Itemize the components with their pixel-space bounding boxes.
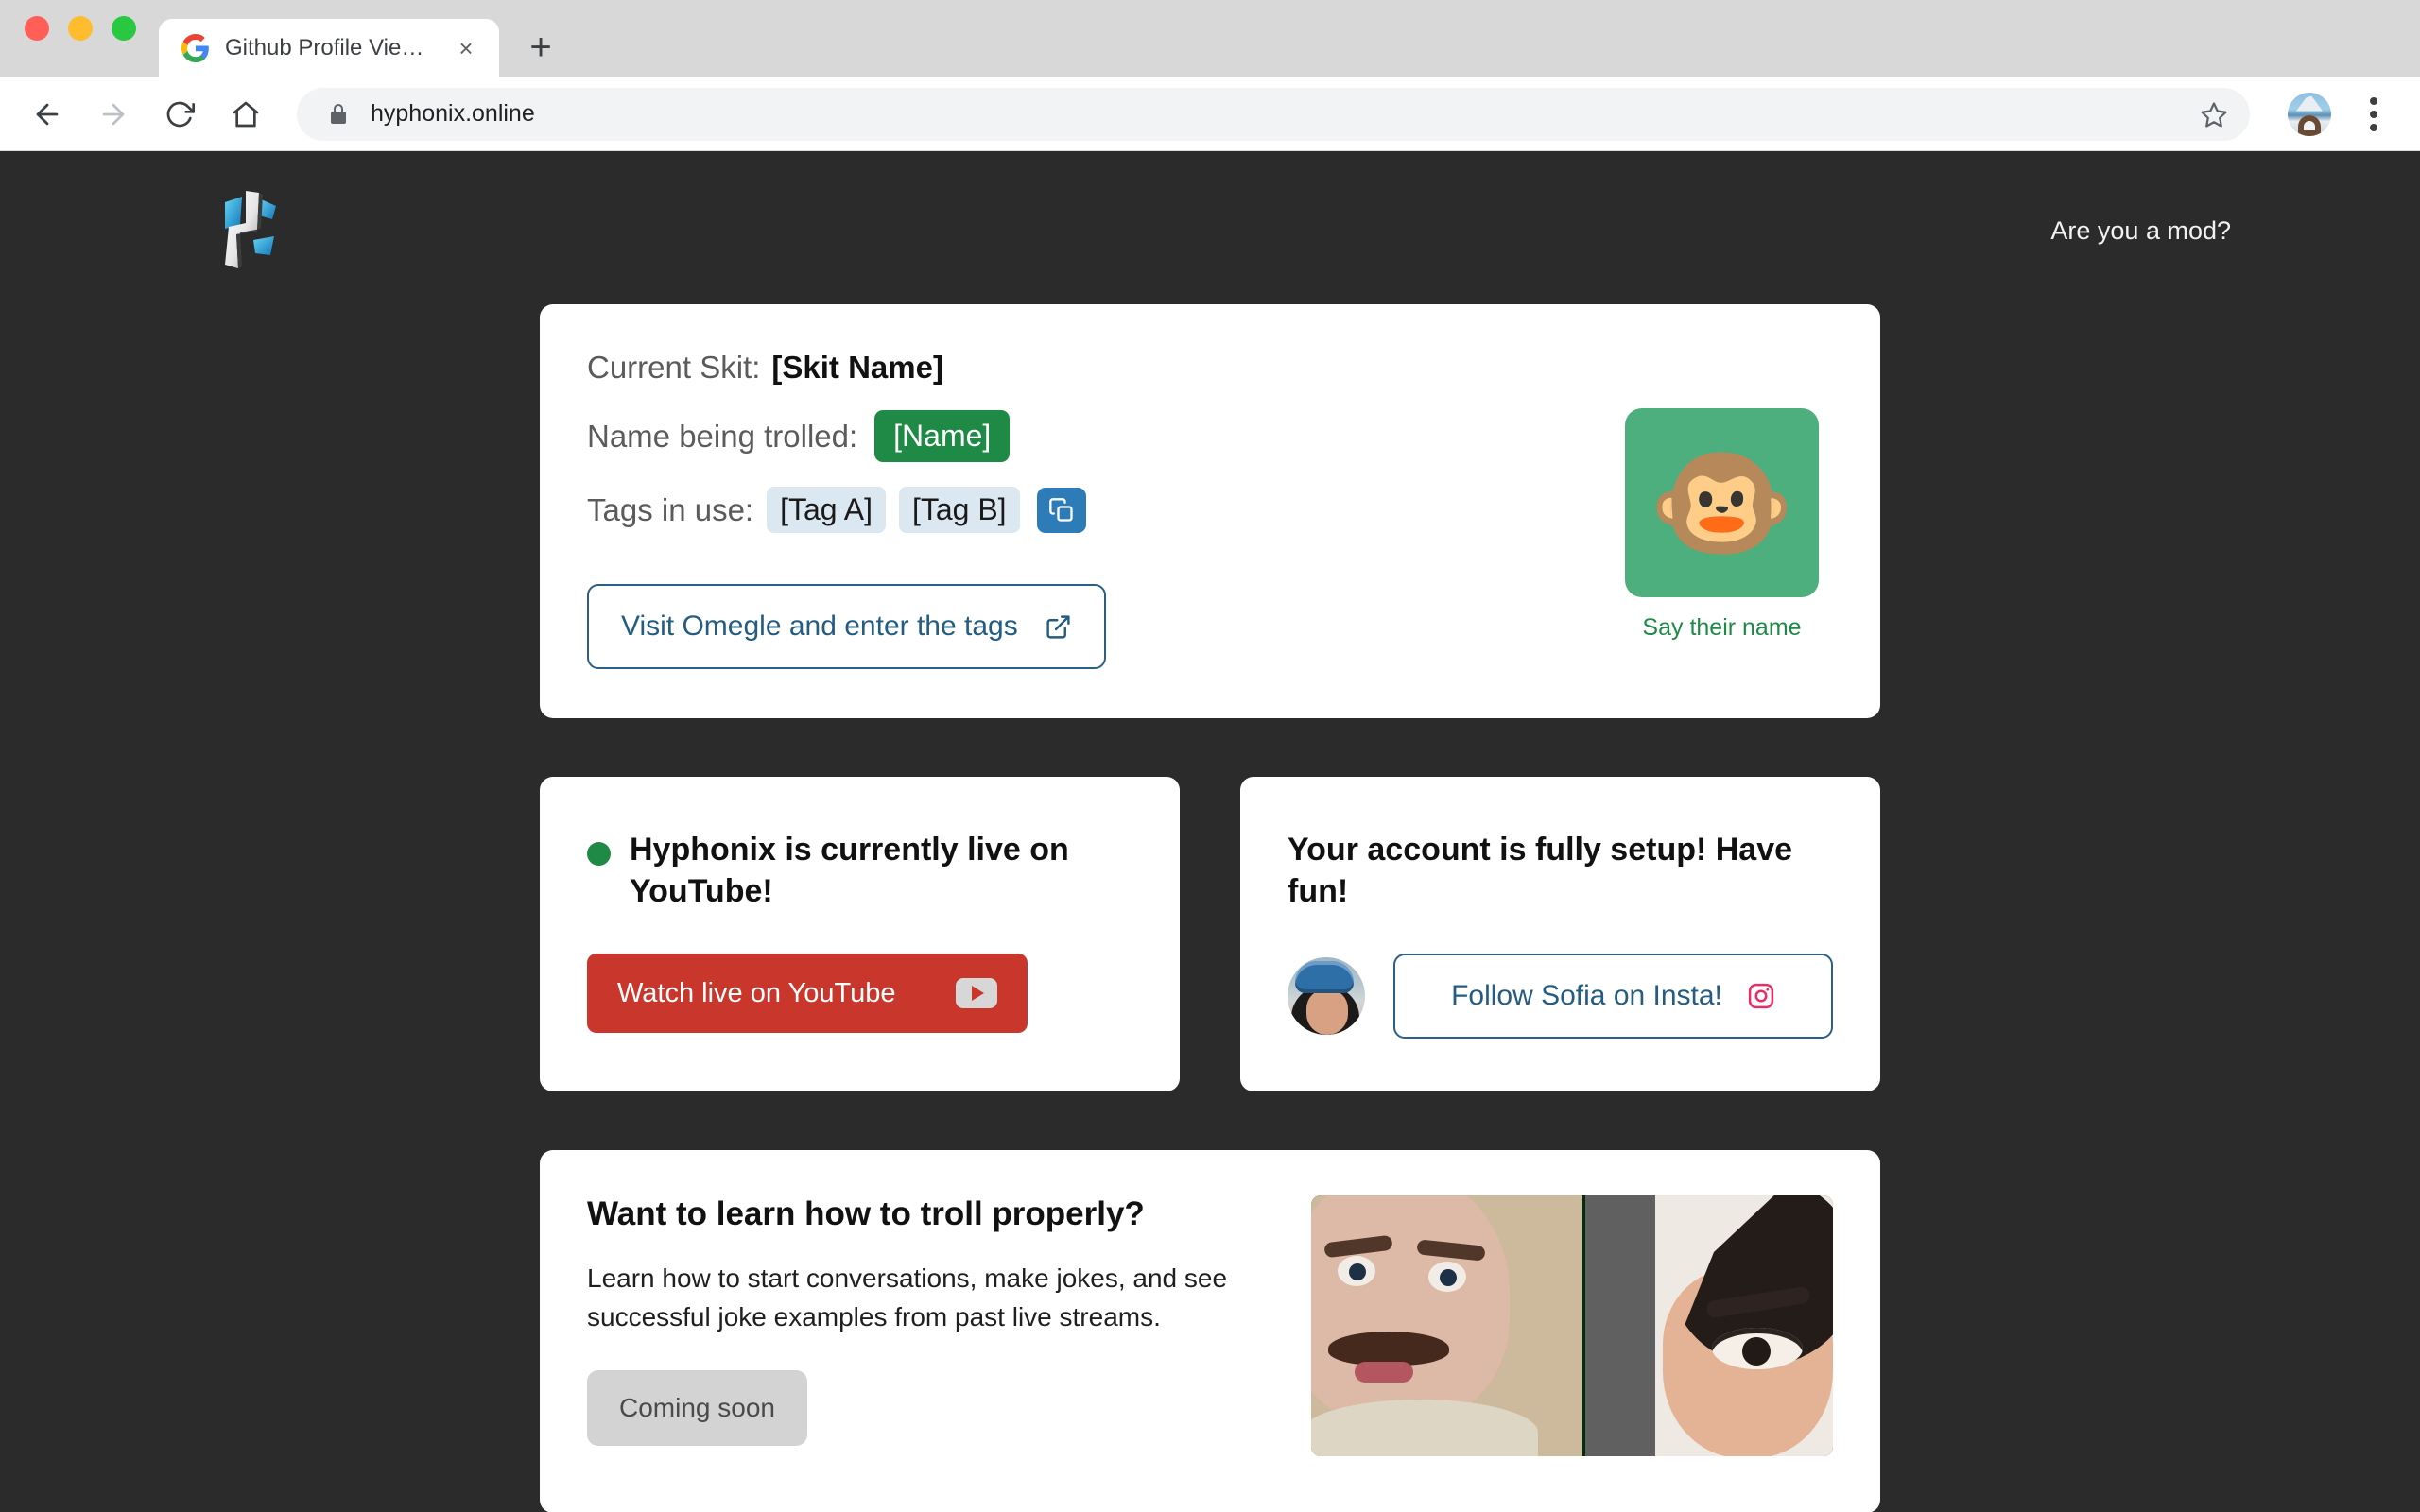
close-tab-button[interactable]: × (452, 34, 480, 62)
monkey-face-icon: 🐵 (1648, 437, 1796, 569)
copy-icon (1048, 497, 1075, 524)
current-skit-value: [Skit Name] (771, 350, 943, 385)
stream-thumbnail[interactable] (1311, 1195, 1833, 1457)
visit-omegle-label: Visit Omegle and enter the tags (621, 610, 1018, 642)
home-button[interactable] (216, 84, 276, 145)
name-trolled-label: Name being trolled: (587, 418, 858, 454)
skit-details: Current Skit: [Skit Name] Name being tro… (587, 350, 1625, 669)
external-link-icon (1045, 613, 1072, 641)
visit-omegle-button[interactable]: Visit Omegle and enter the tags (587, 584, 1106, 669)
say-their-name-caption: Say their name (1642, 614, 1802, 641)
url-text: hyphonix.online (371, 100, 535, 127)
say-their-name-block: 🐵 Say their name (1625, 408, 1819, 642)
account-setup-card: Your account is fully setup! Have fun! F… (1240, 777, 1880, 1092)
account-setup-heading: Your account is fully setup! Have fun! (1288, 832, 1793, 909)
tab-title: Github Profile Viewer (225, 35, 437, 60)
name-trolled-badge: [Name] (874, 410, 1011, 462)
tab-strip: Github Profile Viewer × + (0, 0, 2420, 77)
site-header: Are you a mod? (0, 151, 2420, 274)
forward-button[interactable] (83, 84, 144, 145)
browser-window: Github Profile Viewer × + hyphonix.onlin… (0, 0, 2420, 1512)
lock-icon (327, 103, 350, 126)
watch-live-label: Watch live on YouTube (617, 977, 896, 1008)
google-g-icon (182, 34, 210, 62)
address-bar[interactable]: hyphonix.online (297, 87, 2250, 141)
follow-sofia-row: Follow Sofia on Insta! (1288, 954, 1833, 1040)
follow-sofia-label: Follow Sofia on Insta! (1451, 980, 1722, 1012)
minimize-window-button[interactable] (68, 16, 93, 41)
are-you-a-mod-link[interactable]: Are you a mod? (2050, 216, 2231, 246)
tags-label: Tags in use: (587, 491, 754, 527)
instagram-icon (1747, 982, 1775, 1010)
learn-card-row: Want to learn how to troll properly? Lea… (540, 1150, 1880, 1512)
thumbnail-left-feed (1311, 1195, 1582, 1457)
name-trolled-row: Name being trolled: [Name] (587, 410, 1625, 462)
live-status-card: Hyphonix is currently live on YouTube! W… (540, 777, 1180, 1092)
thumbnail-right-feed (1655, 1195, 1833, 1457)
live-status-heading-wrap: Hyphonix is currently live on YouTube! (587, 830, 1132, 912)
browser-menu-button[interactable] (2350, 88, 2397, 141)
browser-toolbar: hyphonix.online (0, 77, 2420, 151)
current-skit-label: Current Skit: (587, 350, 761, 385)
page-viewport: Are you a mod? Current Skit: [Skit Name]… (0, 151, 2420, 1512)
sofia-avatar (1288, 957, 1365, 1036)
tag-chip: [Tag A] (767, 487, 886, 533)
follow-sofia-button[interactable]: Follow Sofia on Insta! (1393, 954, 1833, 1040)
status-cards-row: Hyphonix is currently live on YouTube! W… (540, 777, 1880, 1092)
maximize-window-button[interactable] (112, 16, 136, 41)
watch-live-youtube-button[interactable]: Watch live on YouTube (587, 954, 1028, 1034)
close-window-button[interactable] (25, 16, 49, 41)
youtube-icon (956, 978, 997, 1009)
tag-chip: [Tag B] (898, 487, 1020, 533)
current-skit-row: Current Skit: [Skit Name] (587, 350, 1625, 386)
copy-tags-button[interactable] (1036, 487, 1086, 533)
reload-button[interactable] (149, 84, 210, 145)
current-skit-card: Current Skit: [Skit Name] Name being tro… (540, 304, 1880, 718)
hyphonix-logo-icon[interactable] (217, 187, 291, 274)
window-controls (17, 0, 151, 77)
browser-tab[interactable]: Github Profile Viewer × (159, 19, 499, 77)
new-tab-button[interactable]: + (516, 23, 565, 72)
page-content: Current Skit: [Skit Name] Name being tro… (540, 304, 1880, 1512)
tags-row: Tags in use: [Tag A] [Tag B] (587, 487, 1625, 533)
live-indicator-icon (587, 842, 611, 866)
live-status-heading: Hyphonix is currently live on YouTube! (630, 832, 1069, 909)
learn-card-description: Learn how to start conversations, make j… (587, 1263, 1228, 1332)
learn-card-title: Want to learn how to troll properly? (587, 1195, 1145, 1233)
profile-avatar[interactable] (2288, 92, 2331, 136)
coming-soon-button: Coming soon (587, 1370, 807, 1447)
back-button[interactable] (17, 84, 78, 145)
bookmark-star-icon[interactable] (2187, 88, 2240, 141)
monkey-emoji-tile[interactable]: 🐵 (1625, 408, 1819, 597)
learn-to-troll-card: Want to learn how to troll properly? Lea… (540, 1150, 1880, 1512)
thumbnail-divider (1582, 1195, 1655, 1457)
learn-card-text: Want to learn how to troll properly? Lea… (587, 1195, 1266, 1447)
